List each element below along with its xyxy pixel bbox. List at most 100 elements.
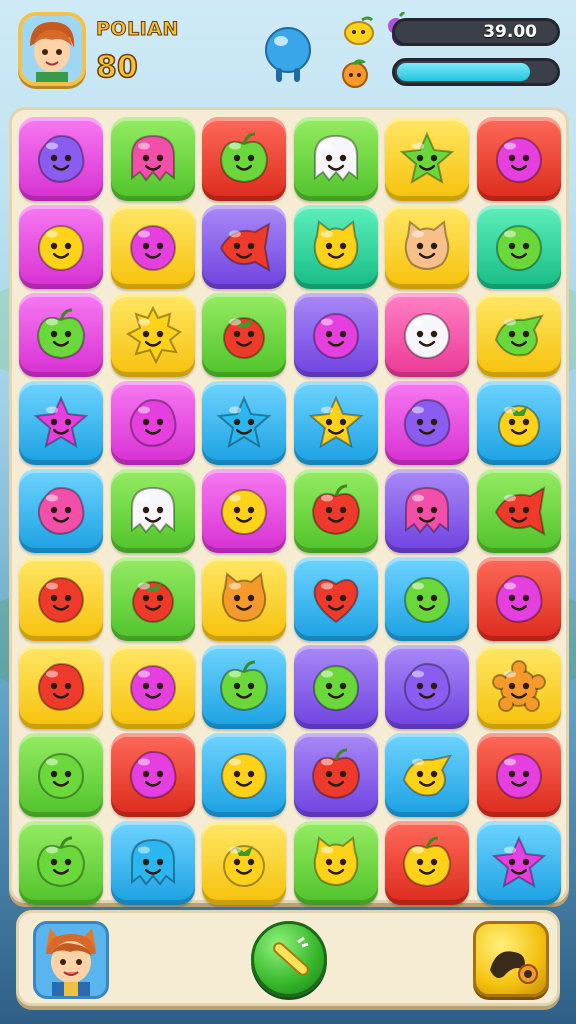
tile-r8-c4[interactable]: [293, 733, 378, 817]
tile-r4-c1[interactable]: [19, 381, 103, 465]
sun-creature-icon: [125, 305, 182, 365]
star-creature-icon: [216, 395, 272, 449]
tile-r2-c1[interactable]: [19, 205, 103, 289]
tile-r3-c4[interactable]: [293, 293, 378, 377]
tile-r5-c1[interactable]: [19, 469, 103, 553]
tile-r3-c2[interactable]: [110, 293, 195, 377]
tile-r1-c4[interactable]: [293, 117, 378, 201]
ghost-creature-icon: [313, 134, 358, 182]
ghost-creature-icon: [405, 486, 449, 534]
blob-creature-icon: [129, 398, 176, 447]
tile-r1-c6[interactable]: [476, 117, 561, 201]
ghost-creature-icon: [130, 838, 175, 886]
blob-creature-icon: [37, 134, 85, 183]
cat-creature-icon: [221, 572, 267, 622]
tile-r2-c2[interactable]: [110, 205, 195, 289]
tile-r4-c4[interactable]: [293, 381, 378, 465]
blob-creature-icon: [37, 486, 85, 535]
fish-creature-icon: [494, 486, 545, 536]
tile-r6-c3[interactable]: [202, 557, 286, 641]
star-creature-icon: [33, 395, 89, 449]
tile-r3-c6[interactable]: [476, 293, 561, 377]
tile-r4-c2[interactable]: [110, 381, 195, 465]
game-board: [9, 107, 569, 905]
circle-creature-icon: [495, 753, 542, 799]
tile-r7-c4[interactable]: [293, 645, 378, 729]
circle-creature-icon: [38, 225, 84, 271]
player-avatar-icon[interactable]: [18, 12, 86, 86]
tile-r5-c6[interactable]: [476, 469, 561, 553]
circle-creature-icon: [221, 753, 267, 799]
tile-r4-c6[interactable]: [476, 381, 561, 465]
circle-creature-icon: [38, 577, 84, 623]
tile-r6-c2[interactable]: [110, 557, 195, 641]
player-score: 80: [95, 49, 138, 86]
tile-r8-c5[interactable]: [385, 733, 469, 817]
tile-r5-c2[interactable]: [110, 469, 195, 553]
tile-r1-c2[interactable]: [110, 117, 195, 201]
tile-r7-c5[interactable]: [385, 645, 469, 729]
tile-r9-c2[interactable]: [110, 821, 195, 905]
apple-creature-icon: [402, 836, 452, 888]
hammer-button[interactable]: [251, 921, 327, 997]
fish-creature-icon: [219, 222, 271, 272]
tile-r9-c5[interactable]: [385, 821, 469, 905]
tile-r9-c4[interactable]: [293, 821, 378, 905]
tile-r8-c2[interactable]: [110, 733, 195, 817]
tile-r6-c5[interactable]: [385, 557, 469, 641]
circle-creature-icon: [495, 225, 542, 271]
circle-creature-icon: [221, 489, 267, 535]
star-creature-icon: [308, 395, 363, 449]
tile-r7-c6[interactable]: [476, 645, 561, 729]
tile-r4-c5[interactable]: [385, 381, 469, 465]
star-creature-icon: [399, 131, 455, 185]
tile-r7-c3[interactable]: [202, 645, 286, 729]
hero-avatar-icon[interactable]: [33, 921, 109, 999]
tile-r1-c1[interactable]: [19, 117, 103, 201]
tile-r7-c1[interactable]: [19, 645, 103, 729]
tile-r1-c3[interactable]: [202, 117, 286, 201]
apple-creature-icon: [219, 660, 269, 712]
bird-creature-icon: [494, 314, 544, 357]
cat-creature-icon: [404, 220, 450, 270]
apple-creature-icon: [219, 132, 269, 184]
tile-r3-c3[interactable]: [202, 293, 286, 377]
coin-value: 39.00: [483, 22, 537, 42]
lemon-icon: [342, 14, 376, 48]
tile-r8-c1[interactable]: [19, 733, 103, 817]
top-bar: POLIAN 80 39.00: [0, 0, 576, 100]
tile-r3-c1[interactable]: [19, 293, 103, 377]
tile-r5-c4[interactable]: [293, 469, 378, 553]
tile-r2-c3[interactable]: [202, 205, 286, 289]
water-drop-icon: [262, 26, 314, 86]
tile-r2-c6[interactable]: [476, 205, 561, 289]
tile-r2-c4[interactable]: [293, 205, 378, 289]
blob-creature-icon: [129, 750, 176, 799]
circle-creature-icon: [404, 313, 450, 359]
tile-r4-c3[interactable]: [202, 381, 286, 465]
player-name: POLIAN: [96, 18, 179, 41]
tile-r9-c6[interactable]: [476, 821, 561, 905]
tile-r5-c5[interactable]: [385, 469, 469, 553]
tile-r6-c4[interactable]: [293, 557, 378, 641]
tile-r8-c6[interactable]: [476, 733, 561, 817]
circle-creature-icon: [312, 665, 359, 711]
tile-r6-c6[interactable]: [476, 557, 561, 641]
tile-r7-c2[interactable]: [110, 645, 195, 729]
tile-r9-c1[interactable]: [19, 821, 103, 905]
berry-creature-icon: [223, 317, 265, 359]
tile-r1-c5[interactable]: [385, 117, 469, 201]
tile-r3-c5[interactable]: [385, 293, 469, 377]
tile-r5-c3[interactable]: [202, 469, 286, 553]
blob-creature-icon: [403, 398, 451, 447]
bomb-icon: [490, 951, 538, 984]
tile-r9-c3[interactable]: [202, 821, 286, 905]
apple-creature-icon: [36, 836, 86, 888]
tile-r8-c3[interactable]: [202, 733, 286, 817]
bomb-button[interactable]: [473, 921, 549, 997]
tile-r2-c5[interactable]: [385, 205, 469, 289]
heart-creature-icon: [312, 578, 359, 624]
tile-r6-c1[interactable]: [19, 557, 103, 641]
berry-creature-icon: [223, 845, 265, 887]
circle-creature-icon: [404, 577, 450, 623]
